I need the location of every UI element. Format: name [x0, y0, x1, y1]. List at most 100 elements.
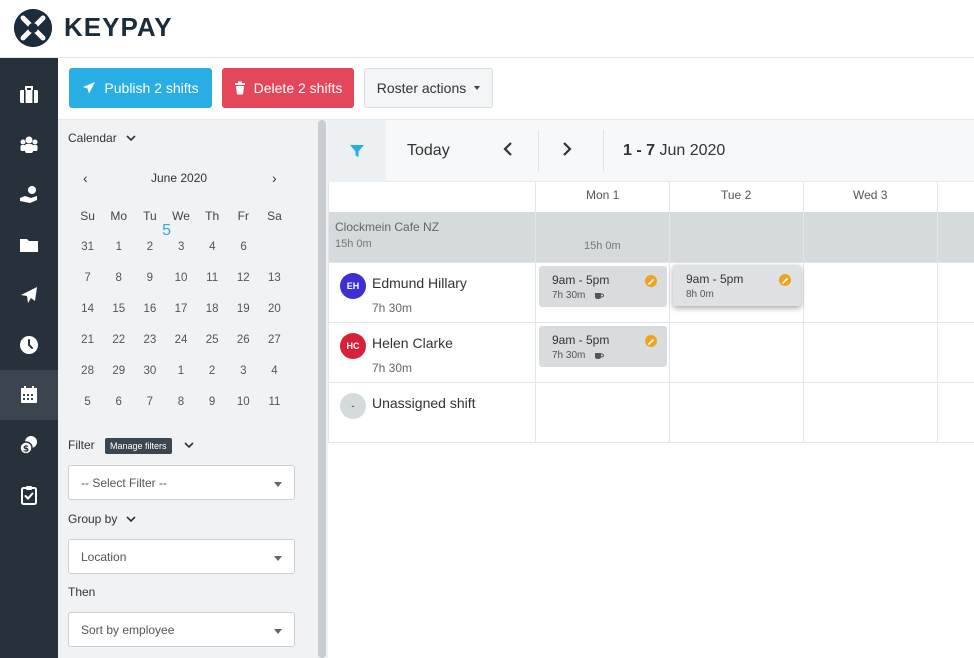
shift-card[interactable]: 9am - 5pm 7h 30m: [539, 266, 667, 307]
calendar-day[interactable]: 27: [259, 334, 290, 346]
calendar-day[interactable]: 26: [228, 334, 259, 346]
nav-briefcase[interactable]: [0, 70, 58, 120]
calendar-day[interactable]: 11: [259, 396, 290, 408]
calendar-day[interactable]: 24: [165, 334, 196, 346]
calendar-day[interactable]: 30: [134, 365, 165, 377]
caret-down-icon: [274, 482, 282, 487]
calendar-day[interactable]: 8: [103, 272, 134, 284]
nav-plane[interactable]: [0, 270, 58, 320]
nav-clock[interactable]: [0, 320, 58, 370]
unassigned-shift-label[interactable]: Unassigned shift: [372, 395, 476, 411]
keypay-logo-icon[interactable]: [14, 9, 52, 47]
calendar-day[interactable]: 18: [197, 303, 228, 315]
calendar-day[interactable]: 21: [72, 334, 103, 346]
filter-select[interactable]: -- Select Filter --: [68, 465, 295, 500]
weekday-label: Sa: [267, 208, 282, 223]
calendar-day[interactable]: 31: [72, 241, 103, 253]
delete-shifts-button[interactable]: Delete 2 shifts: [222, 68, 354, 108]
calendar-day[interactable]: 12: [228, 272, 259, 284]
roster-filter-button[interactable]: [328, 120, 386, 182]
calendar-next-month[interactable]: ›: [272, 170, 277, 186]
side-panel-scrollbar[interactable]: [318, 120, 326, 658]
calendar-month-title: June 2020: [151, 171, 208, 185]
calendar-week-row: 31 1 2 3 4 5 6: [72, 222, 290, 262]
manage-filters-button[interactable]: Manage filters: [105, 438, 172, 454]
roster-grid: Mon 1 Tue 2 Wed 3 Clockmein Cafe NZ 15h …: [328, 182, 974, 658]
next-week-button[interactable]: [561, 140, 573, 163]
calendar-day[interactable]: 6: [103, 396, 134, 408]
nav-clipboard[interactable]: [0, 470, 58, 520]
calendar-day[interactable]: 20: [259, 303, 290, 315]
shift-card[interactable]: 9am - 5pm 7h 30m: [539, 326, 667, 367]
calendar-day[interactable]: 9: [197, 396, 228, 408]
folder-icon: [20, 239, 38, 252]
calendar-day-today[interactable]: 5: [151, 222, 182, 240]
nav-roster-calendar[interactable]: [0, 370, 58, 420]
calendar-day[interactable]: 3: [166, 241, 197, 253]
calendar-day[interactable]: 25: [197, 334, 228, 346]
calendar-day[interactable]: 19: [228, 303, 259, 315]
calendar-day[interactable]: 29: [103, 365, 134, 377]
calendar-day[interactable]: 8: [165, 396, 196, 408]
employee-name[interactable]: Edmund Hillary: [372, 275, 467, 291]
calendar-day[interactable]: 6: [228, 241, 259, 253]
nav-money-bag[interactable]: $: [0, 420, 58, 470]
previous-week-button[interactable]: [502, 140, 514, 163]
employee-name[interactable]: Helen Clarke: [372, 335, 453, 351]
calendar-day[interactable]: 7: [134, 396, 165, 408]
group-by-select-value: Location: [81, 549, 127, 564]
calendar-day[interactable]: 10: [165, 272, 196, 284]
grid-line: [328, 182, 329, 442]
nav-people[interactable]: [0, 120, 58, 170]
calendar-day[interactable]: 5: [72, 396, 103, 408]
app-header: KEYPAY: [0, 0, 974, 58]
calendar-day[interactable]: 2: [197, 365, 228, 377]
calendar-day[interactable]: 14: [72, 303, 103, 315]
calendar-day[interactable]: 11: [197, 272, 228, 284]
mini-calendar: Su Mo Tu We Th Fr Sa 31 1 2 3 4 5 6 7 8 …: [72, 200, 290, 417]
grid-line: [937, 182, 938, 442]
group-by-select[interactable]: Location: [68, 539, 295, 574]
shift-card-selected[interactable]: 9am - 5pm 8h 0m: [673, 265, 801, 306]
calendar-day[interactable]: 16: [134, 303, 165, 315]
calendar-prev-month[interactable]: ‹: [83, 170, 88, 186]
calendar-day[interactable]: 1: [103, 241, 134, 253]
nav-hand-coin[interactable]: [0, 170, 58, 220]
roster-actions-dropdown[interactable]: Roster actions: [364, 68, 493, 108]
avatar: HC: [340, 333, 366, 359]
send-icon: [83, 82, 96, 94]
shift-time: 9am - 5pm: [686, 272, 744, 286]
calendar-day[interactable]: 7: [72, 272, 103, 284]
calendar-day[interactable]: 3: [228, 365, 259, 377]
people-icon: [20, 136, 38, 153]
calendar-label: Calendar: [68, 131, 117, 145]
calendar-day[interactable]: 22: [103, 334, 134, 346]
shift-length: 8h 0m: [686, 289, 714, 300]
chevron-down-icon[interactable]: [183, 439, 195, 451]
calendar-week-row: 28 29 30 1 2 3 4: [72, 355, 290, 386]
grid-line: [328, 322, 974, 323]
unpublished-warning-icon: [645, 275, 657, 287]
nav-folder[interactable]: [0, 220, 58, 270]
roster-toolbar: Publish 2 shifts Delete 2 shifts Roster …: [58, 58, 974, 120]
calendar-day[interactable]: 15: [103, 303, 134, 315]
calendar-day[interactable]: 1: [165, 365, 196, 377]
shift-time: 9am - 5pm: [552, 273, 610, 287]
group-by-toggle[interactable]: Group by: [68, 512, 137, 526]
location-name: Clockmein Cafe NZ: [335, 220, 440, 234]
calendar-day[interactable]: 4: [259, 365, 290, 377]
calendar-day[interactable]: 4: [197, 241, 228, 253]
calendar-day[interactable]: 23: [134, 334, 165, 346]
calendar-day[interactable]: 13: [259, 272, 290, 284]
publish-shifts-button[interactable]: Publish 2 shifts: [69, 68, 212, 108]
calendar-week-row: 5 6 7 8 9 10 11: [72, 386, 290, 417]
calendar-toggle[interactable]: Calendar: [68, 131, 137, 145]
calendar-day[interactable]: 10: [228, 396, 259, 408]
sort-select[interactable]: Sort by employee: [68, 612, 295, 647]
calendar-day[interactable]: 2: [134, 241, 165, 253]
today-button[interactable]: Today: [407, 142, 450, 160]
sort-select-value: Sort by employee: [81, 622, 175, 637]
calendar-day[interactable]: 9: [134, 272, 165, 284]
calendar-day[interactable]: 28: [72, 365, 103, 377]
calendar-day[interactable]: 17: [165, 303, 196, 315]
